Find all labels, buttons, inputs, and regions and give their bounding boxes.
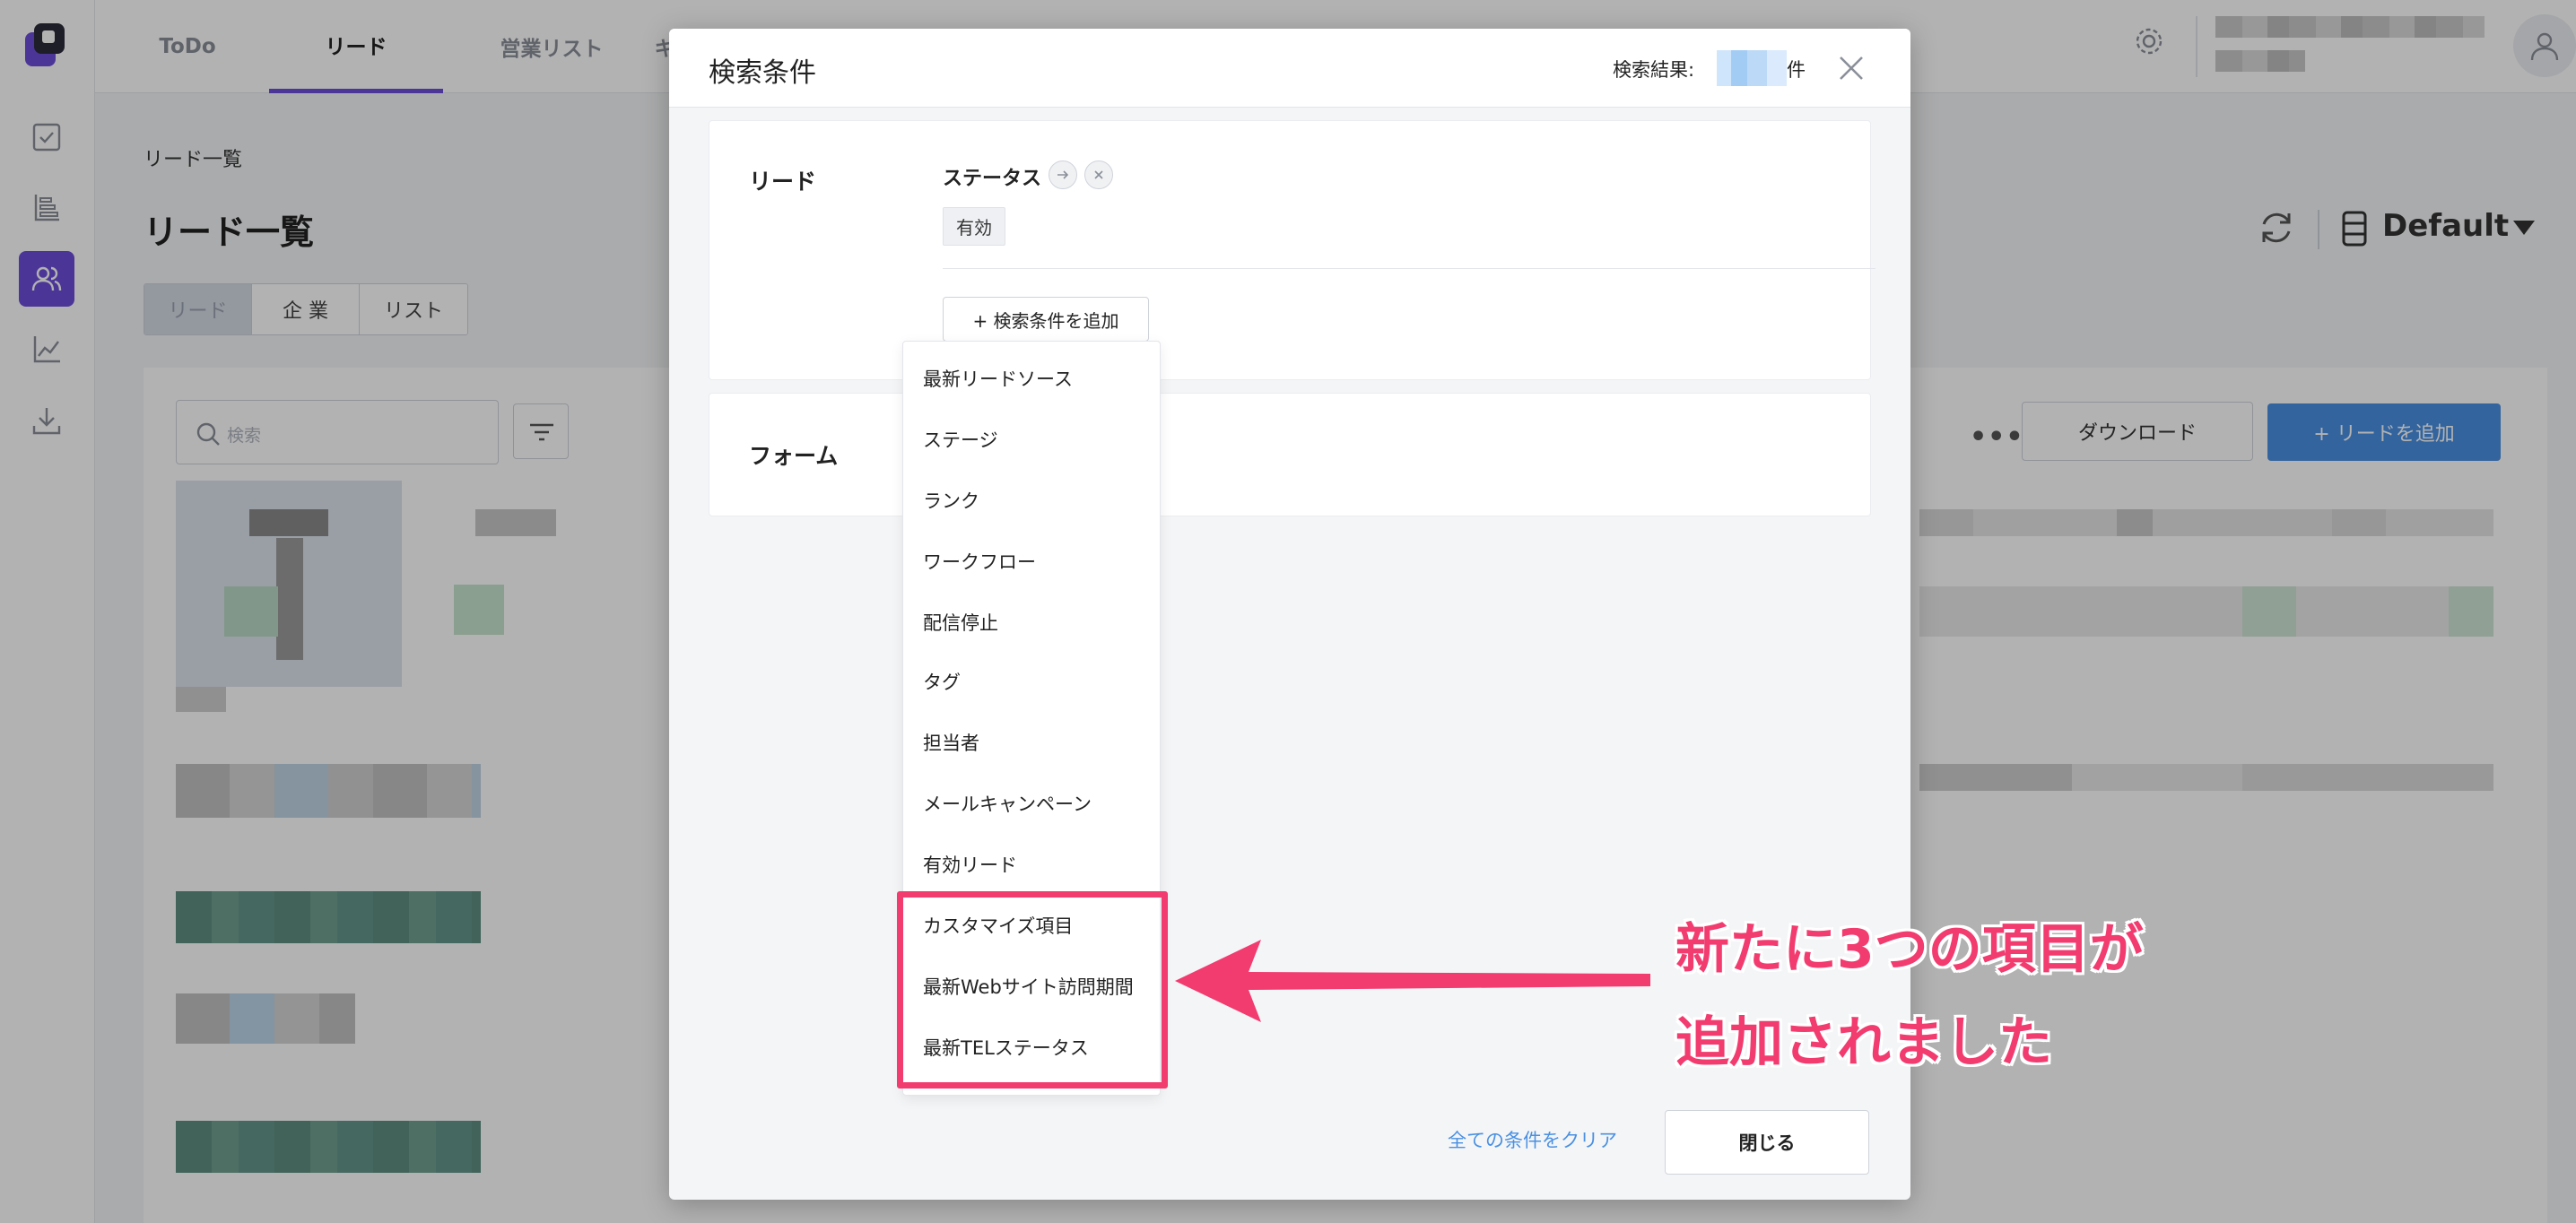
result-count-unit: 件 <box>1787 59 1806 81</box>
condition-value-chip: 有効 <box>943 207 1005 246</box>
annotation-arrow <box>1175 940 1650 1022</box>
result-count-label: 検索結果: <box>1613 59 1695 81</box>
dropdown-item-unsubscribe[interactable]: 配信停止 <box>923 609 998 636</box>
dropdown-item-tag[interactable]: タグ <box>923 668 961 695</box>
modal-title: 検索条件 <box>709 57 816 89</box>
clear-all-conditions-link[interactable]: 全ての条件をクリア <box>1448 1126 1617 1153</box>
add-condition-button[interactable]: + 検索条件を追加 <box>943 297 1149 342</box>
dropdown-item-active-lead[interactable]: 有効リード <box>923 851 1017 878</box>
dropdown-item-latest-lead-source[interactable]: 最新リードソース <box>923 365 1073 392</box>
section-label-lead: リード <box>749 169 817 195</box>
section-label-form: フォーム <box>749 443 839 469</box>
annotation-text-line2: 追加されました <box>1675 1011 2052 1074</box>
annotation-highlight-box <box>897 891 1168 1089</box>
close-icon <box>1094 170 1103 179</box>
close-icon[interactable] <box>1835 52 1867 84</box>
annotation-text-line1: 新たに3つの項目が <box>1675 918 2144 981</box>
condition-remove-button[interactable] <box>1084 160 1113 189</box>
dropdown-item-email-campaign[interactable]: メールキャンペーン <box>923 790 1092 817</box>
lead-conditions-card: リード ステータス 有効 + 検索条件を追加 <box>709 120 1875 380</box>
result-count-redacted <box>1717 50 1787 86</box>
form-conditions-card: フォーム <box>709 393 1871 516</box>
dropdown-item-workflow[interactable]: ワークフロー <box>923 548 1036 575</box>
condition-name: ステータス <box>943 168 1042 190</box>
modal-header: 検索条件 検索結果: 件 <box>669 29 1910 108</box>
card-divider <box>943 268 1875 269</box>
condition-edit-button[interactable] <box>1049 160 1077 189</box>
dropdown-item-stage[interactable]: ステージ <box>923 426 998 453</box>
arrow-right-icon <box>1057 170 1069 179</box>
close-button[interactable]: 閉じる <box>1665 1110 1869 1175</box>
dropdown-item-rank[interactable]: ランク <box>923 487 979 514</box>
dropdown-item-owner[interactable]: 担当者 <box>923 729 979 756</box>
